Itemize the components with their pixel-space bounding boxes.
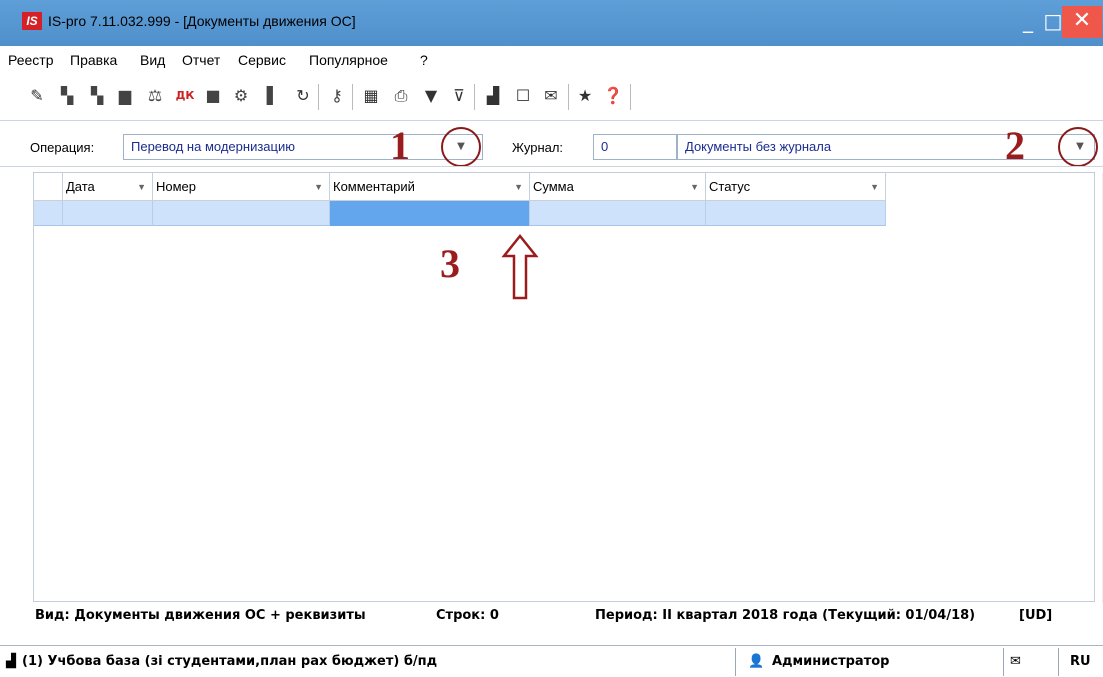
mode-badge: [UD] [1019,608,1053,623]
annotation-circle-2 [1058,127,1098,167]
toolbar-separator [568,84,569,110]
status-divider [735,648,736,676]
toolbar-separator [318,84,319,110]
cell-sum[interactable] [530,201,706,226]
view-info: Вид: Документы движения ОС + реквизиты [35,608,366,623]
status-divider [1003,648,1004,676]
annotation-marker-3: 3 [440,241,460,286]
divider [0,166,1103,167]
table-icon[interactable]: ▦ [360,84,382,108]
cell-status[interactable] [706,201,886,226]
folder-icon[interactable]: ▆ [114,84,136,108]
column-header-status[interactable]: Статус ▼ [706,173,886,201]
language-indicator[interactable]: RU [1070,654,1091,669]
divider [0,120,1103,121]
group-icon[interactable]: ▌ [262,84,284,108]
star-icon[interactable]: ★ [574,84,596,108]
refresh-icon[interactable]: ↻ [292,84,314,108]
menu-item-registry[interactable]: Реестр [8,52,54,68]
menu-item-popular[interactable]: Популярное [309,52,388,68]
annotation-arrow-up-icon [501,234,539,300]
grid-header: Дата ▼ Номер ▼ Комментарий ▼ Сумма ▼ Статус ▼ [34,173,886,201]
mail-icon[interactable]: ✉ [540,84,562,108]
row-indicator-header [34,173,63,201]
form-icon[interactable]: ☐ [512,84,534,108]
window-title: IS-pro 7.11.032.999 - [Документы движени… [48,13,356,29]
grid-info-bar: Вид: Документы движения ОС + реквизиты С… [33,603,1095,629]
close-button[interactable]: ✕ [1062,6,1102,38]
menu-item-view[interactable]: Вид [140,52,165,68]
menu-item-report[interactable]: Отчет [182,52,220,68]
toolbar-separator [474,84,475,110]
balance-icon[interactable]: ⚖ [144,84,166,108]
app-logo: IS [22,12,42,30]
rows-count: Строк: 0 [436,608,499,623]
filter-icon[interactable]: ▼ [420,84,442,108]
user-name: Администратор [772,654,890,669]
annotation-circle-1 [441,127,481,167]
title-bar: IS IS-pro 7.11.032.999 - [Документы движ… [0,0,1103,46]
key-icon[interactable]: ⚷ [326,84,348,108]
settings-box-icon[interactable]: ⚙ [230,84,252,108]
print-icon[interactable]: ■ [202,84,224,108]
menu-item-help[interactable]: ? [420,52,428,68]
column-header-sum[interactable]: Сумма ▼ [530,173,706,201]
toolbar-separator [352,84,353,110]
menu-item-service[interactable]: Сервис [238,52,286,68]
status-divider [1058,648,1059,676]
help-icon[interactable]: ❓ [602,84,624,108]
documents-grid[interactable]: Дата ▼ Номер ▼ Комментарий ▼ Сумма ▼ Статус ▼… [33,172,1103,603]
period-info: Период: II квартал 2018 года (Текущий: 0… [595,608,976,623]
menu-bar: Реестр Правка Вид Отчет Сервис Популярно… [0,46,1103,72]
chart-icon[interactable]: ▟ [482,84,504,108]
operation-label: Операция: [30,140,95,155]
database-icon: ▟ [6,654,16,669]
user-icon: 👤 [748,654,765,669]
journal-label: Журнал: [512,140,564,155]
dk-posting-icon[interactable]: ДК [174,84,196,108]
cell-comment-selected[interactable] [330,201,530,226]
operation-select[interactable]: Перевод на модернизацию [123,134,483,160]
status-bar: ▟ (1) Учбова база (зі студентами,план ра… [0,645,1103,677]
annotation-marker-2: 2 [1005,123,1025,168]
toolbar-separator [630,84,631,110]
journal-code-field[interactable]: 0 [593,134,677,160]
copy-doc-2-icon[interactable]: ▚ [86,84,108,108]
column-header-comment[interactable]: Комментарий ▼ [330,173,530,201]
copy-doc-icon[interactable]: ▚ [56,84,78,108]
annotation-marker-1: 1 [390,123,410,168]
new-doc-icon[interactable]: ✎ [26,84,48,108]
report-icon[interactable]: ⎙ [390,84,412,108]
journal-select[interactable]: Документы без журнала [677,134,1095,160]
mail-status-icon[interactable]: ✉ [1010,654,1021,669]
table-row[interactable] [34,201,886,226]
menu-item-edit[interactable]: Правка [70,52,117,68]
column-header-date[interactable]: Дата ▼ [63,173,153,201]
cell-date[interactable] [63,201,153,226]
column-header-number[interactable]: Номер ▼ [153,173,330,201]
row-indicator [34,201,63,226]
cell-number[interactable] [153,201,330,226]
clear-filter-icon[interactable]: ⊽ [448,84,470,108]
toolbar: ✎ ▚ ▚ ▆ ⚖ ДК ■ ⚙ ▌ ↻ ⚷ ▦ ⎙ ▼ ⊽ ▟ ☐ ✉ ★ ❓ [0,80,700,114]
database-info: (1) Учбова база (зі студентами,план рах … [22,654,438,669]
